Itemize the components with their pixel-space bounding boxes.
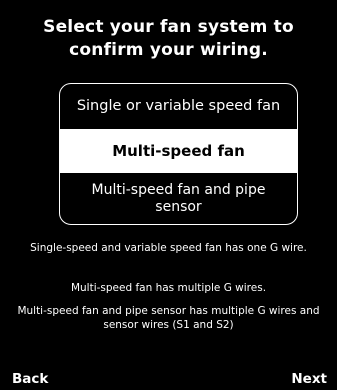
option-single-or-variable-speed-fan[interactable]: Single or variable speed fan [60,84,297,129]
description-multi-speed: Multi-speed fan has multiple G wires. [70,282,267,294]
next-button[interactable]: Next [291,371,327,387]
option-multi-speed-fan[interactable]: Multi-speed fan [60,129,297,173]
back-button[interactable]: Back [12,371,48,387]
fan-system-options: Single or variable speed fan Multi-speed… [59,83,298,225]
page-title-line-1: Select your fan system to [43,17,294,37]
description-single-speed: Single-speed and variable speed fan has … [30,242,307,254]
page-title-line-2: confirm your wiring. [69,40,268,60]
description-multi-speed-pipe-sensor: Multi-speed fan and pipe sensor has mult… [17,305,320,331]
page-title: Select your fan system to confirm your w… [0,16,337,62]
option-multi-speed-fan-and-pipe-sensor[interactable]: Multi-speed fan and pipe sensor [60,173,297,224]
